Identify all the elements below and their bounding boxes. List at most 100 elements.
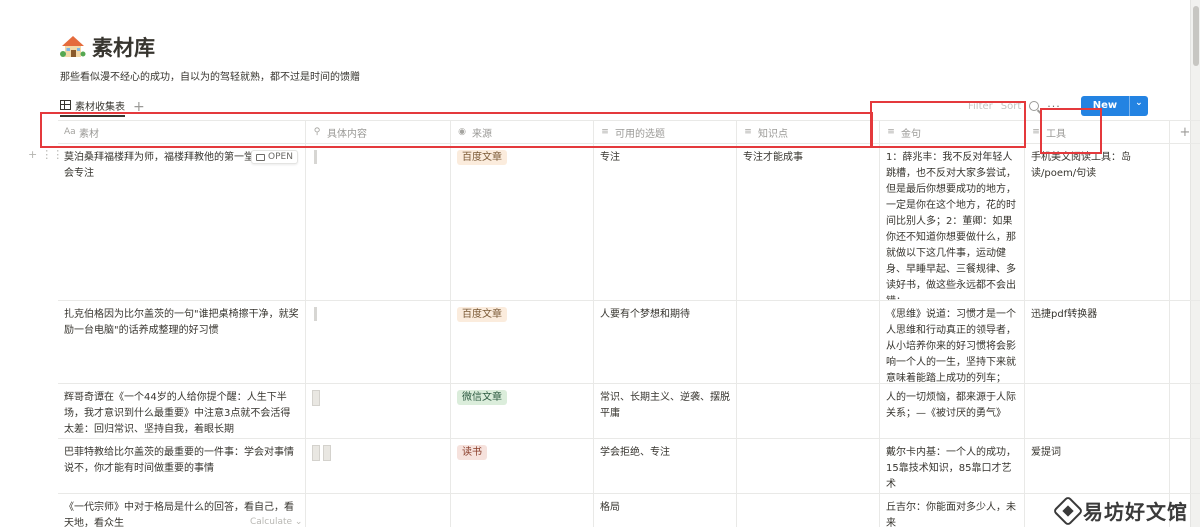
cell-tool[interactable] [1025,384,1170,438]
table-row[interactable]: + ⋮⋮ 莫泊桑拜福楼拜为师，福楼拜教他的第一堂课——学会专注 OPEN 百度文章… [28,144,1200,301]
more-icon[interactable]: ··· [1047,100,1061,113]
quote-text: 丘吉尔：你能面对多少人，未来 [886,502,1016,527]
table-header: Aa 素材 ⚲ 具体内容 ◉ 来源 ≡ 可用的选题 ≡ 知识点 ≡ 金句 ≡ 工… [58,120,1200,144]
page-description[interactable]: 那些看似漫不经心的成功，自以为的驾轻就熟，都不过是时间的馈赠 [60,68,360,83]
add-view-button[interactable]: + [133,100,145,114]
file-thumbnail[interactable] [314,307,317,321]
new-button[interactable]: New ⌄ [1080,96,1148,116]
open-label: OPEN [268,152,293,162]
page-header: 素材库 那些看似漫不经心的成功，自以为的驾轻就熟，都不过是时间的馈赠 [60,30,360,83]
sort-button[interactable]: Sort [1001,101,1022,112]
source-tag: 微信文章 [457,390,507,405]
calculate-button[interactable]: Calculate ⌄ [250,517,302,527]
add-column-button[interactable]: + [1170,121,1200,143]
cell-empty[interactable] [1170,301,1200,383]
search-icon[interactable] [1029,101,1040,111]
column-header-tool[interactable]: ≡ 工具 [1025,121,1170,143]
quote-text: 人的一切烦恼，都来源于人际关系；—《被讨厌的勇气》 [886,392,1016,419]
cell-knowledge[interactable] [737,384,880,438]
column-header-label: 知识点 [758,128,788,140]
cell-content[interactable] [306,384,451,438]
cell-topics[interactable]: 人要有个梦想和期待 [594,301,737,383]
house-icon [60,36,86,57]
file-thumbnail[interactable] [312,445,320,461]
column-header-knowledge[interactable]: ≡ 知识点 [737,121,880,143]
paperclip-icon: ⚲ [313,127,321,137]
cell-content[interactable] [306,494,451,527]
material-text: 巴菲特教给比尔盖茨的最重要的一件事：学会对事情说不，你才能有时间做重要的事情 [64,447,294,474]
column-header-label: 具体内容 [327,128,367,140]
cell-material[interactable]: 巴菲特教给比尔盖茨的最重要的一件事：学会对事情说不，你才能有时间做重要的事情 [58,439,306,493]
cell-tool[interactable]: 手机美文阅读工具：岛读/poem/句读 [1025,144,1170,300]
cell-material[interactable]: 莫泊桑拜福楼拜为师，福楼拜教他的第一堂课——学会专注 [58,144,306,300]
plus-icon[interactable]: + [28,148,37,161]
watermark-logo-icon [1052,494,1084,527]
page-title[interactable]: 素材库 [92,32,155,62]
title-property-icon: Aa [64,127,76,137]
topics-text: 常识、长期主义、逆袭、摆脱平庸 [600,392,730,419]
table-row[interactable]: 扎克伯格因为比尔盖茨的一句"谁把桌椅擦干净，就奖励一台电脑"的话养成整理的好习惯… [58,301,1200,384]
cell-topics[interactable]: 学会拒绝、专注 [594,439,737,493]
table-row[interactable]: 辉哥奇谭在《一个44岁的人给你提个醒：人生下半场，我才意识到什么最重要》中注意3… [58,384,1200,439]
text-icon: ≡ [744,127,752,137]
open-button[interactable]: OPEN [251,150,298,164]
cell-quote[interactable]: 《思维》说道：习惯才是一个人思维和行动真正的领导者，从小培养你来的好习惯将会影响… [880,301,1025,383]
cell-material[interactable]: 辉哥奇谭在《一个44岁的人给你提个醒：人生下半场，我才意识到什么最重要》中注意3… [58,384,306,438]
cell-empty[interactable] [1170,144,1200,300]
cell-topics[interactable]: 常识、长期主义、逆袭、摆脱平庸 [594,384,737,438]
cell-empty[interactable] [1170,439,1200,493]
cell-topics[interactable]: 专注 [594,144,737,300]
column-header-label: 来源 [472,128,492,140]
cell-source[interactable] [451,494,594,527]
file-thumbnail[interactable] [314,150,317,164]
select-icon: ◉ [458,127,466,137]
cell-knowledge[interactable] [737,494,880,527]
tool-text: 迅捷pdf转换器 [1031,309,1098,320]
cell-source[interactable]: 百度文章 [451,144,594,300]
watermark: 易坊好文馆 [1052,494,1188,527]
cell-topics[interactable]: 格局 [594,494,737,527]
cell-source[interactable]: 微信文章 [451,384,594,438]
scrollbar-thumb[interactable] [1193,6,1199,66]
cell-quote[interactable]: 戴尔卡内基：一个人的成功，15靠技术知识，85靠口才艺术 [880,439,1025,493]
cell-knowledge[interactable] [737,301,880,383]
tab-label: 素材收集表 [75,101,125,113]
cell-empty[interactable] [1170,384,1200,438]
cell-knowledge[interactable] [737,439,880,493]
column-header-content[interactable]: ⚲ 具体内容 [306,121,451,143]
file-thumbnail[interactable] [312,390,320,406]
material-text: 辉哥奇谭在《一个44岁的人给你提个醒：人生下半场，我才意识到什么最重要》中注意3… [64,392,291,435]
cell-source[interactable]: 读书 [451,439,594,493]
drag-handle-icon[interactable]: ⋮⋮ [41,148,63,161]
cell-tool[interactable]: 迅捷pdf转换器 [1025,301,1170,383]
column-header-topics[interactable]: ≡ 可用的选题 [594,121,737,143]
database-toolbar: Filter Sort ··· New ⌄ [968,96,1148,116]
table-row[interactable]: 《一代宗师》中对于格局是什么的回答，看自己，看天地，看众生 格局 丘吉尔：你能面… [58,494,1200,527]
database-table: Aa 素材 ⚲ 具体内容 ◉ 来源 ≡ 可用的选题 ≡ 知识点 ≡ 金句 ≡ 工… [28,120,1200,527]
cell-quote[interactable]: 1：薛兆丰：我不反对年轻人跳槽，也不反对大家多尝试，但是最后你想要成功的地方，一… [880,144,1025,300]
column-header-quote[interactable]: ≡ 金句 [880,121,1025,143]
text-icon: ≡ [601,127,609,137]
cell-content[interactable] [306,144,451,300]
row-handle[interactable]: + ⋮⋮ [28,148,63,161]
column-header-source[interactable]: ◉ 来源 [451,121,594,143]
cell-content[interactable] [306,301,451,383]
table-row[interactable]: 巴菲特教给比尔盖茨的最重要的一件事：学会对事情说不，你才能有时间做重要的事情 读… [58,439,1200,494]
cell-source[interactable]: 百度文章 [451,301,594,383]
file-thumbnail[interactable] [323,445,331,461]
cell-tool[interactable]: 爱提词 [1025,439,1170,493]
column-header-material[interactable]: Aa 素材 [58,121,306,143]
column-header-label: 工具 [1046,128,1066,140]
table-icon [60,100,71,110]
cell-material[interactable]: 扎克伯格因为比尔盖茨的一句"谁把桌椅擦干净，就奖励一台电脑"的话养成整理的好习惯 [58,301,306,383]
new-button-label[interactable]: New [1081,96,1129,116]
tab-active-view[interactable]: 素材收集表 [60,97,125,117]
filter-button[interactable]: Filter [968,101,993,112]
source-tag: 百度文章 [457,150,507,165]
cell-quote[interactable]: 丘吉尔：你能面对多少人，未来 [880,494,1025,527]
cell-content[interactable] [306,439,451,493]
column-header-label: 金句 [901,128,921,140]
chevron-down-icon[interactable]: ⌄ [1129,96,1148,116]
cell-quote[interactable]: 人的一切烦恼，都来源于人际关系；—《被讨厌的勇气》 [880,384,1025,438]
cell-knowledge[interactable]: 专注才能成事 [737,144,880,300]
